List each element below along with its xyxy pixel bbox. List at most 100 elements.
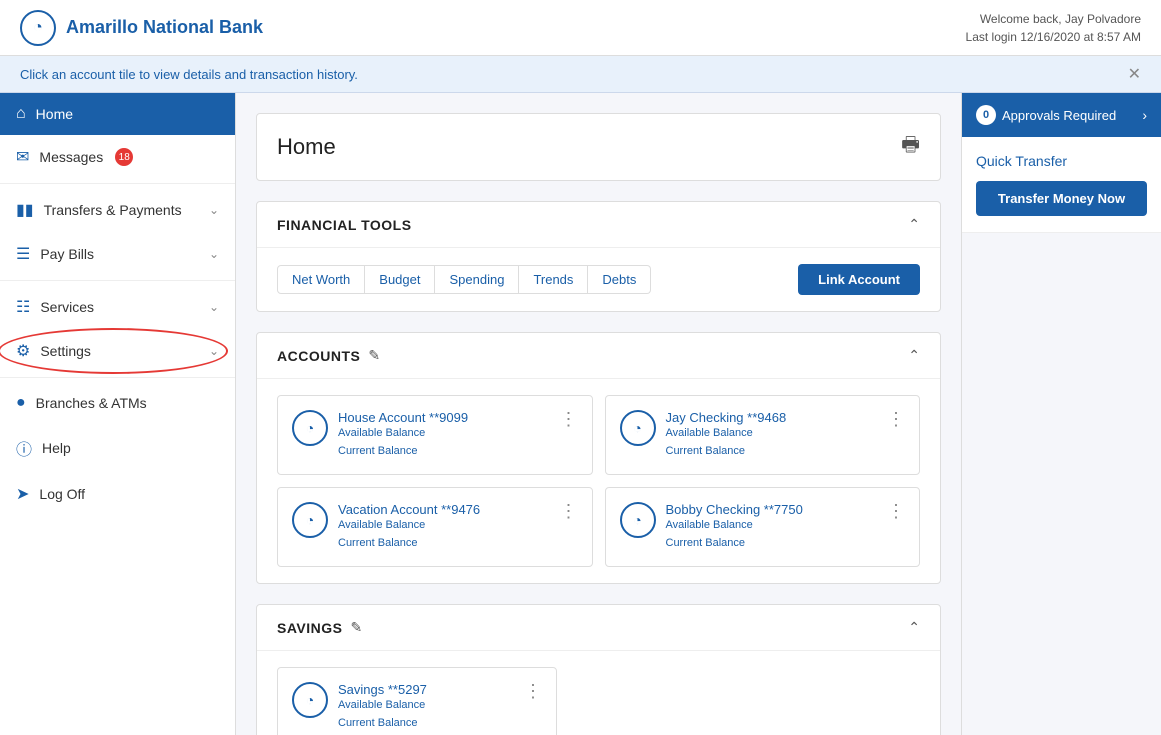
chevron-down-icon: ⌄ (209, 247, 219, 261)
print-icon[interactable]: 🖶 (901, 130, 920, 164)
sidebar: ⌂ Home ✉ Messages 18 ▮▮ Transfers & Paym… (0, 93, 236, 735)
account-card-bobby-checking[interactable]: ◔ Bobby Checking **7750 Available Balanc… (605, 487, 921, 567)
accounts-title-group: ACCOUNTS ✎ (277, 347, 380, 364)
sidebar-item-home[interactable]: ⌂ Home (0, 93, 235, 135)
sidebar-item-settings[interactable]: ⚙ Settings ⌄ (0, 329, 235, 373)
approvals-left: 0 Approvals Required (976, 105, 1116, 125)
messages-icon: ✉ (16, 147, 29, 167)
savings-edit-icon[interactable]: ✎ (350, 619, 362, 636)
account-menu-icon[interactable]: ⋮ (560, 502, 578, 520)
sidebar-item-logoff[interactable]: ➤ Log Off (0, 472, 235, 516)
savings-account-info: Savings **5297 Available Balance Current… (338, 682, 514, 732)
chevron-down-icon: ⌄ (209, 344, 219, 358)
savings-title-group: SAVINGS ✎ (277, 619, 362, 636)
chevron-down-icon: ⌄ (209, 203, 219, 217)
help-icon: ⓘ (16, 436, 32, 460)
sidebar-item-label: Services (40, 299, 94, 315)
savings-section: SAVINGS ✎ ⌃ ◔ Savings **5297 Available B… (256, 604, 941, 735)
sidebar-item-label: Log Off (39, 486, 85, 502)
last-login: Last login 12/16/2020 at 8:57 AM (966, 28, 1141, 46)
account-info: Vacation Account **9476 Available Balanc… (338, 502, 550, 552)
sidebar-item-label: Transfers & Payments (44, 202, 182, 218)
bank-logo: ◔ Amarillo National Bank (20, 10, 263, 46)
tab-budget[interactable]: Budget (365, 265, 435, 294)
info-bar: Click an account tile to view details an… (0, 56, 1161, 93)
page-title: Home (277, 134, 336, 160)
savings-card[interactable]: ◔ Savings **5297 Available Balance Curre… (277, 667, 557, 735)
account-name: House Account **9099 (338, 410, 550, 425)
right-panel: 0 Approvals Required › Quick Transfer Tr… (961, 93, 1161, 735)
sidebar-item-label: Settings (40, 343, 91, 359)
approvals-bar[interactable]: 0 Approvals Required › (962, 93, 1161, 137)
settings-circle-annotation (0, 328, 228, 374)
logo-icon: ◔ (20, 10, 56, 46)
tab-net-worth[interactable]: Net Worth (277, 265, 365, 294)
sidebar-item-label: Help (42, 440, 71, 456)
close-icon[interactable]: ✕ (1128, 64, 1141, 84)
quick-transfer-section: Quick Transfer Transfer Money Now (962, 137, 1161, 233)
sidebar-item-label: Branches & ATMs (36, 395, 147, 411)
savings-account-icon: ◔ (292, 682, 328, 718)
accounts-collapse-icon[interactable]: ⌃ (908, 347, 920, 364)
location-icon: ● (16, 394, 26, 412)
main-content: Home 🖶 FINANCIAL TOOLS ⌃ Net Worth Budge… (236, 93, 961, 735)
transfer-money-button[interactable]: Transfer Money Now (976, 181, 1147, 216)
welcome-text: Welcome back, Jay Polvadore (966, 10, 1141, 28)
savings-collapse-icon[interactable]: ⌃ (908, 619, 920, 636)
collapse-icon[interactable]: ⌃ (908, 216, 920, 233)
bank-name: Amarillo National Bank (66, 17, 263, 38)
account-balance: Available Balance Current Balance (666, 425, 878, 460)
financial-tools-title: FINANCIAL TOOLS (277, 217, 412, 233)
financial-tools-section: FINANCIAL TOOLS ⌃ Net Worth Budget Spend… (256, 201, 941, 312)
account-icon: ◔ (620, 502, 656, 538)
accounts-header: ACCOUNTS ✎ ⌃ (257, 333, 940, 379)
account-info: Jay Checking **9468 Available Balance Cu… (666, 410, 878, 460)
tab-trends[interactable]: Trends (519, 265, 588, 294)
savings-title: SAVINGS (277, 620, 342, 636)
services-icon: ☷ (16, 297, 30, 317)
quick-transfer-title: Quick Transfer (976, 153, 1147, 169)
sidebar-item-services[interactable]: ☷ Services ⌄ (0, 285, 235, 329)
sidebar-item-help[interactable]: ⓘ Help (0, 424, 235, 472)
chevron-down-icon: ⌄ (209, 300, 219, 314)
account-menu-icon[interactable]: ⋮ (560, 410, 578, 428)
account-icon: ◔ (292, 502, 328, 538)
approvals-chevron-icon: › (1142, 107, 1147, 123)
sidebar-item-branches[interactable]: ● Branches & ATMs (0, 382, 235, 424)
sidebar-item-transfers[interactable]: ▮▮ Transfers & Payments ⌄ (0, 188, 235, 232)
accounts-section: ACCOUNTS ✎ ⌃ ◔ House Account **9099 Avai… (256, 332, 941, 584)
page-header-bar: Home 🖶 (256, 113, 941, 181)
account-name: Jay Checking **9468 (666, 410, 878, 425)
account-menu-icon[interactable]: ⋮ (887, 410, 905, 428)
savings-header: SAVINGS ✎ ⌃ (257, 605, 940, 651)
gear-icon: ⚙ (16, 341, 30, 361)
approvals-label: Approvals Required (1002, 108, 1116, 123)
account-card-house[interactable]: ◔ House Account **9099 Available Balance… (277, 395, 593, 475)
home-icon: ⌂ (16, 105, 26, 123)
sidebar-item-messages[interactable]: ✉ Messages 18 (0, 135, 235, 179)
savings-menu-icon[interactable]: ⋮ (524, 682, 542, 700)
approvals-count: 0 (976, 105, 996, 125)
savings-body: ◔ Savings **5297 Available Balance Curre… (257, 651, 940, 735)
tab-spending[interactable]: Spending (435, 265, 519, 294)
accounts-edit-icon[interactable]: ✎ (368, 347, 380, 364)
account-menu-icon[interactable]: ⋮ (887, 502, 905, 520)
savings-balance: Available Balance Current Balance (338, 697, 514, 732)
sidebar-item-label: Pay Bills (40, 246, 94, 262)
account-balance: Available Balance Current Balance (666, 517, 878, 552)
account-card-jay-checking[interactable]: ◔ Jay Checking **9468 Available Balance … (605, 395, 921, 475)
link-account-button[interactable]: Link Account (798, 264, 920, 295)
account-card-vacation[interactable]: ◔ Vacation Account **9476 Available Bala… (277, 487, 593, 567)
logoff-icon: ➤ (16, 484, 29, 504)
transfers-icon: ▮▮ (16, 200, 34, 220)
account-icon: ◔ (292, 410, 328, 446)
accounts-grid: ◔ House Account **9099 Available Balance… (257, 379, 940, 583)
account-name: Vacation Account **9476 (338, 502, 550, 517)
messages-badge: 18 (115, 148, 133, 166)
financial-tools-body: Net Worth Budget Spending Trends Debts L… (257, 248, 940, 311)
header: ◔ Amarillo National Bank Welcome back, J… (0, 0, 1161, 56)
tab-debts[interactable]: Debts (588, 265, 651, 294)
main-layout: ⌂ Home ✉ Messages 18 ▮▮ Transfers & Paym… (0, 93, 1161, 735)
account-balance: Available Balance Current Balance (338, 517, 550, 552)
sidebar-item-pay-bills[interactable]: ☰ Pay Bills ⌄ (0, 232, 235, 276)
